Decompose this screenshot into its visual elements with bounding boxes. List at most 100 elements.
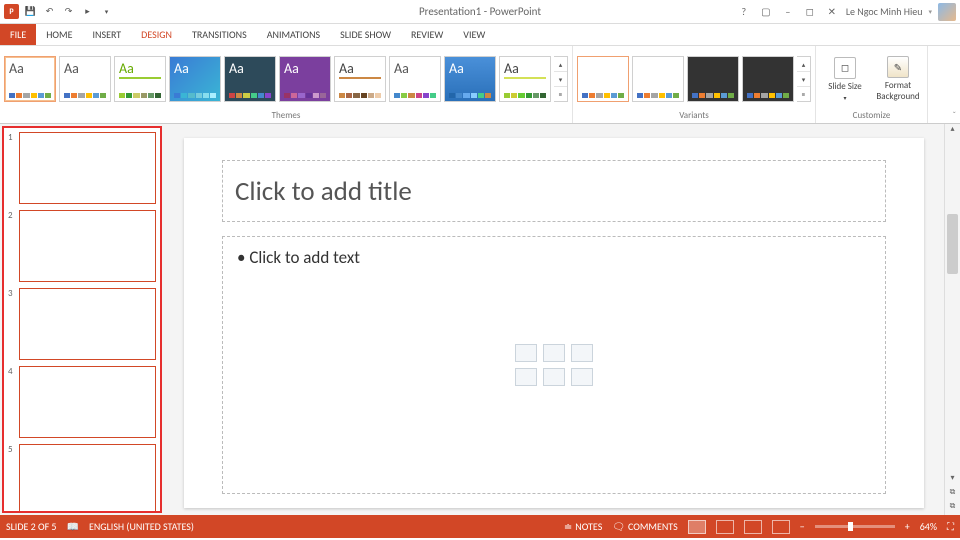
tab-file[interactable]: FILE <box>0 24 36 45</box>
zoom-in-button[interactable]: + <box>905 520 910 533</box>
help-icon[interactable]: ? <box>736 5 752 18</box>
save-button[interactable]: 💾 <box>23 4 38 19</box>
theme-option-3[interactable]: Aa <box>169 56 221 102</box>
thumb-preview[interactable] <box>19 366 156 438</box>
content-insert-icons <box>515 344 593 386</box>
theme-option-7[interactable]: Aa <box>389 56 441 102</box>
variant-option-1[interactable] <box>632 56 684 102</box>
qat-customize-button[interactable]: ▾ <box>99 4 114 19</box>
tab-transitions[interactable]: TRANSITIONS <box>182 24 257 45</box>
slide-thumbnail-5[interactable]: 5 <box>8 444 156 513</box>
slide-size-button[interactable]: ◻ Slide Size▾ <box>820 57 870 102</box>
tab-home[interactable]: HOME <box>36 24 82 45</box>
insert-chart-icon[interactable] <box>543 344 565 362</box>
scroll-thumb[interactable] <box>947 214 958 274</box>
content-placeholder[interactable]: • Click to add text <box>222 236 886 494</box>
slide-thumbnail-1[interactable]: 1 <box>8 132 156 204</box>
thumb-number: 3 <box>8 288 16 360</box>
group-label-themes: Themes <box>4 110 568 122</box>
minimize-button[interactable]: – <box>780 5 796 18</box>
theme-option-9[interactable]: Aa <box>499 56 551 102</box>
tab-insert[interactable]: INSERT <box>83 24 132 45</box>
title-placeholder[interactable]: Click to add title <box>222 160 886 222</box>
ribbon-tabs: FILEHOMEINSERTDESIGNTRANSITIONSANIMATION… <box>0 24 960 46</box>
user-avatar[interactable] <box>938 3 956 21</box>
status-bar: SLIDE 2 OF 5 📖 ENGLISH (UNITED STATES) ≐… <box>0 515 960 538</box>
theme-option-2[interactable]: Aa <box>114 56 166 102</box>
slide-editor: Click to add title • Click to add text <box>164 124 944 515</box>
body-placeholder-text: • Click to add text <box>237 247 360 268</box>
sorter-view-button[interactable] <box>716 520 734 534</box>
themes-gallery: AaAaAaAaAaAaAaAaAaAa▴▾≡ <box>4 48 568 110</box>
format-background-icon: ✎ <box>887 56 909 78</box>
next-slide-icon[interactable]: ⧉ <box>945 501 960 515</box>
variant-option-2[interactable] <box>687 56 739 102</box>
thumb-preview[interactable] <box>19 288 156 360</box>
notes-button[interactable]: ≐ NOTES <box>564 520 602 533</box>
variants-gallery-expand[interactable]: ▴▾≡ <box>797 56 811 102</box>
zoom-slider[interactable] <box>815 525 895 528</box>
tab-view[interactable]: VIEW <box>453 24 495 45</box>
normal-view-button[interactable] <box>688 520 706 534</box>
format-background-button[interactable]: ✎ Format Background <box>873 56 923 102</box>
scroll-up-icon[interactable]: ▴ <box>945 124 960 138</box>
group-label-variants: Variants <box>577 110 811 122</box>
ribbon-options-icon[interactable]: ▢ <box>758 5 774 18</box>
zoom-out-button[interactable]: − <box>800 520 805 533</box>
theme-option-8[interactable]: Aa <box>444 56 496 102</box>
insert-picture-icon[interactable] <box>515 368 537 386</box>
variant-option-3[interactable] <box>742 56 794 102</box>
prev-slide-icon[interactable]: ⧉ <box>945 487 960 501</box>
slide-counter[interactable]: SLIDE 2 OF 5 <box>6 520 57 533</box>
thumb-number: 4 <box>8 366 16 438</box>
close-button[interactable]: ✕ <box>824 5 840 18</box>
app-icon: P <box>4 4 19 19</box>
collapse-ribbon-button[interactable]: ˇ <box>952 110 956 121</box>
tab-animations[interactable]: ANIMATIONS <box>257 24 330 45</box>
comments-button[interactable]: 🗨 COMMENTS <box>612 520 677 533</box>
insert-table-icon[interactable] <box>515 344 537 362</box>
slide-canvas[interactable]: Click to add title • Click to add text <box>184 138 924 508</box>
reading-view-button[interactable] <box>744 520 762 534</box>
quick-access-toolbar: P 💾 ↶ ↷ ▸ ▾ <box>0 4 114 19</box>
variants-gallery: ▴▾≡ <box>577 48 811 110</box>
thumb-number: 2 <box>8 210 16 282</box>
start-slideshow-button[interactable]: ▸ <box>80 4 95 19</box>
redo-button[interactable]: ↷ <box>61 4 76 19</box>
slide-size-icon: ◻ <box>834 57 856 79</box>
slide-thumbnail-4[interactable]: 4 <box>8 366 156 438</box>
maximize-button[interactable]: ◻ <box>802 5 818 18</box>
scroll-down-icon[interactable]: ▾ <box>945 473 960 487</box>
theme-option-0[interactable]: Aa <box>4 56 56 102</box>
slide-thumbnail-3[interactable]: 3 <box>8 288 156 360</box>
spellcheck-icon[interactable]: 📖 <box>67 520 79 533</box>
group-label-customize: Customize <box>820 110 923 122</box>
slide-thumbnail-2[interactable]: 2 <box>8 210 156 282</box>
language-indicator[interactable]: ENGLISH (UNITED STATES) <box>89 520 194 533</box>
insert-smartart-icon[interactable] <box>571 344 593 362</box>
fit-to-window-button[interactable]: ⛶ <box>947 520 954 533</box>
theme-option-4[interactable]: Aa <box>224 56 276 102</box>
theme-option-6[interactable]: Aa <box>334 56 386 102</box>
themes-gallery-expand[interactable]: ▴▾≡ <box>554 56 568 102</box>
tab-design[interactable]: DESIGN <box>131 24 182 45</box>
ribbon: AaAaAaAaAaAaAaAaAaAa▴▾≡ Themes ▴▾≡ Varia… <box>0 46 960 124</box>
theme-option-5[interactable]: Aa <box>279 56 331 102</box>
thumb-preview[interactable] <box>19 444 156 513</box>
thumb-number: 5 <box>8 444 16 513</box>
work-area: 12345 Click to add title • Click to add … <box>0 124 960 515</box>
vertical-scrollbar[interactable]: ▴ ▾ ⧉ ⧉ <box>944 124 960 515</box>
zoom-level[interactable]: 64% <box>920 520 937 533</box>
thumb-preview[interactable] <box>19 132 156 204</box>
title-bar: P 💾 ↶ ↷ ▸ ▾ Presentation1 - PowerPoint ?… <box>0 0 960 24</box>
slide-thumbnail-panel: 12345 <box>2 126 162 513</box>
thumb-preview[interactable] <box>19 210 156 282</box>
undo-button[interactable]: ↶ <box>42 4 57 19</box>
slideshow-view-button[interactable] <box>772 520 790 534</box>
insert-online-picture-icon[interactable] <box>543 368 565 386</box>
tab-slide-show[interactable]: SLIDE SHOW <box>330 24 401 45</box>
theme-option-1[interactable]: Aa <box>59 56 111 102</box>
insert-video-icon[interactable] <box>571 368 593 386</box>
tab-review[interactable]: REVIEW <box>401 24 453 45</box>
variant-option-0[interactable] <box>577 56 629 102</box>
